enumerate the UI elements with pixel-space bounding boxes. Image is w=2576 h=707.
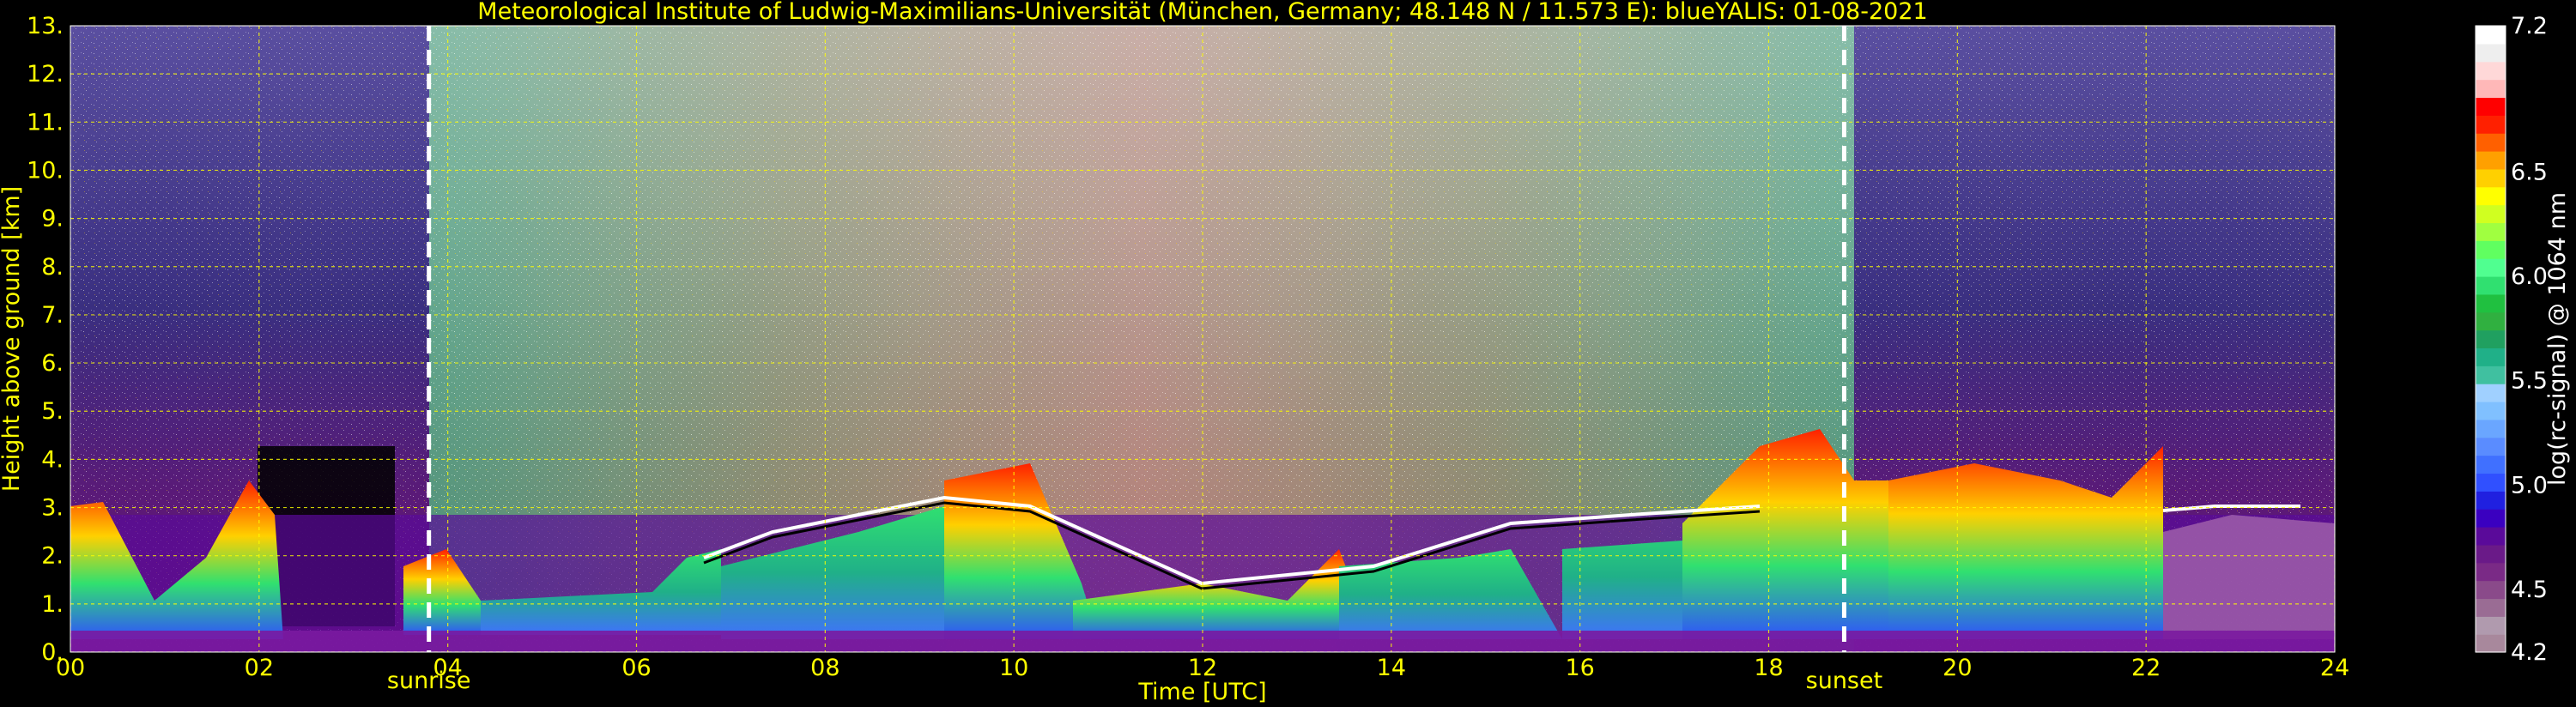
y-tick-label: 8. (41, 254, 64, 281)
colorbar-segment (2476, 527, 2506, 546)
colorbar-segment (2476, 240, 2506, 259)
x-tick-label: 06 (621, 655, 651, 681)
y-tick-label: 3. (41, 495, 64, 522)
x-tick-label: 02 (245, 655, 274, 681)
colorbar-segment (2476, 366, 2506, 384)
y-tick-label: 5. (41, 398, 64, 425)
colorbar-segment (2476, 79, 2506, 99)
colorbar-segment (2476, 258, 2506, 277)
y-tick-label: 6. (41, 350, 64, 377)
x-tick-label: 22 (2131, 655, 2161, 681)
x-tick-label: 12 (1188, 655, 1217, 681)
y-tick-label: 13. (27, 13, 64, 39)
colorbar-segment (2476, 419, 2506, 438)
colorbar-segment (2476, 491, 2506, 510)
colorbar-segment (2476, 311, 2506, 331)
colorbar-tick-label: 5.5 (2511, 368, 2548, 395)
colorbar-segment (2476, 222, 2506, 241)
colorbar-segment (2476, 168, 2506, 188)
colorbar-segment (2476, 616, 2506, 635)
y-tick-label: 12. (27, 61, 64, 88)
y-tick-label: 2. (41, 543, 64, 570)
x-axis-label: Time [UTC] (1137, 679, 1266, 705)
colorbar-segment (2476, 509, 2506, 528)
x-tick-label: 24 (2320, 655, 2349, 681)
colorbar-segment (2476, 473, 2506, 492)
colorbar-segment (2476, 61, 2506, 81)
colorbar-tick-label: 4.5 (2511, 577, 2548, 603)
colorbar-segment (2476, 151, 2506, 170)
colorbar-segment (2476, 133, 2506, 152)
event-label-sunset: sunset (1806, 668, 1883, 694)
colorbar-segment (2476, 402, 2506, 420)
lidar-chart: Meteorological Institute of Ludwig-Maxim… (0, 0, 2571, 705)
x-tick-label: 08 (810, 655, 839, 681)
colorbar-segment (2476, 562, 2506, 582)
colorbar-tick-label: 4.2 (2511, 639, 2548, 666)
colorbar-segment (2476, 384, 2506, 402)
colorbar (2475, 25, 2506, 653)
chart-title: Meteorological Institute of Ludwig-Maxim… (477, 0, 1927, 25)
y-axis-ticks: 0.1.2.3.4.5.6.7.8.9.10.11.12.13. (27, 13, 64, 666)
x-tick-label: 20 (1943, 655, 1972, 681)
colorbar-segment (2476, 115, 2506, 134)
y-tick-label: 4. (41, 446, 64, 473)
colorbar-tick-label: 5.0 (2511, 472, 2548, 499)
colorbar-segment (2476, 544, 2506, 564)
y-tick-label: 7. (41, 302, 64, 329)
event-label-sunrise: sunrise (387, 668, 471, 694)
x-tick-label: 16 (1565, 655, 1594, 681)
event-labels: sunrise sunset (387, 668, 1882, 694)
colorbar-segment (2476, 580, 2506, 600)
colorbar-segment (2476, 186, 2506, 206)
colorbar-segment (2476, 26, 2506, 45)
x-tick-label: 14 (1377, 655, 1406, 681)
colorbar-segment (2476, 293, 2506, 313)
colorbar-tick-label: 6.0 (2511, 263, 2548, 290)
colorbar-segment (2476, 347, 2506, 366)
colorbar-segment (2476, 204, 2506, 224)
colorbar-segment (2476, 634, 2506, 653)
colorbar-tick-label: 6.5 (2511, 159, 2548, 185)
y-tick-label: 9. (41, 206, 64, 233)
colorbar-segment (2476, 455, 2506, 474)
colorbar-segment (2476, 329, 2506, 349)
x-tick-label: 18 (1754, 655, 1783, 681)
y-tick-label: 11. (27, 109, 64, 136)
colorbar-segment (2476, 437, 2506, 456)
y-tick-label: 10. (27, 157, 64, 184)
colorbar-ticks: 4.2 4.5 5.0 5.5 6.0 6.5 7.2 (2511, 13, 2548, 666)
y-tick-label: 1. (41, 591, 64, 618)
colorbar-segment (2476, 43, 2506, 63)
plot-area (70, 26, 2335, 652)
x-tick-label: 10 (999, 655, 1028, 681)
colorbar-segment (2476, 598, 2506, 617)
y-axis-label: Height above ground [km] (0, 186, 25, 492)
colorbar-segment (2476, 97, 2506, 116)
colorbar-segment (2476, 276, 2506, 295)
colorbar-label: log(rc-signal) @ 1064 nm (2544, 192, 2571, 486)
x-tick-label: 00 (56, 655, 85, 681)
colorbar-tick-label: 7.2 (2511, 13, 2548, 39)
